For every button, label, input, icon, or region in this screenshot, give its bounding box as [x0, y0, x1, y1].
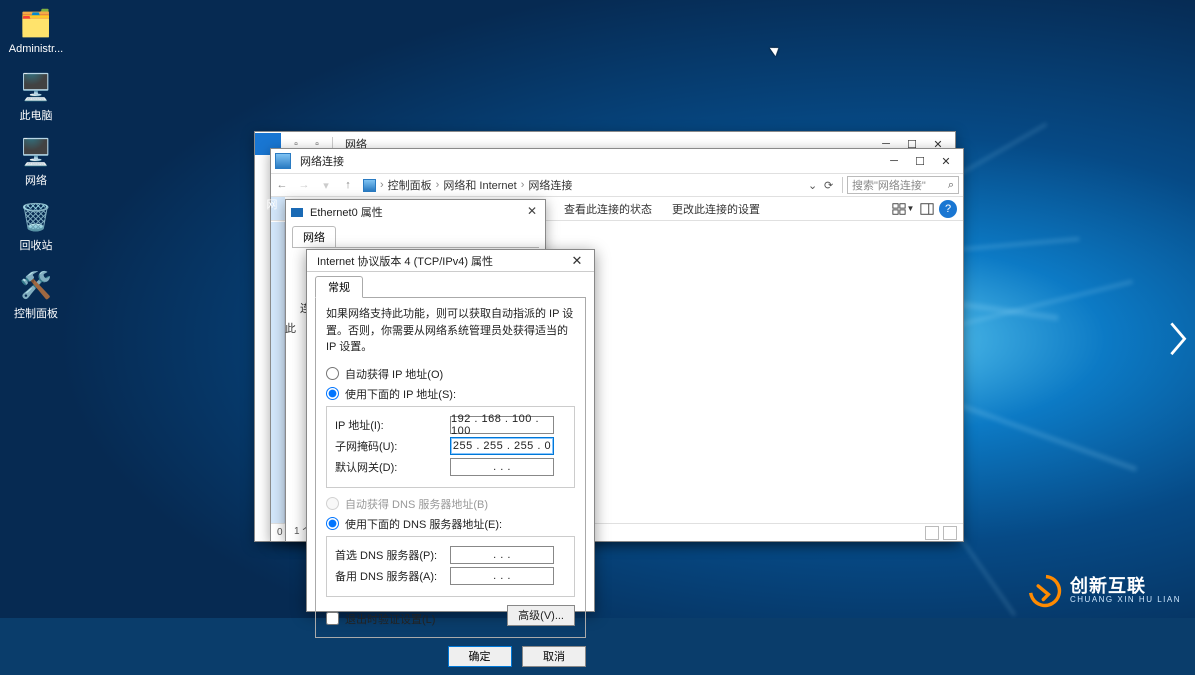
preview-pane-button[interactable] — [915, 200, 939, 218]
titlebar[interactable]: Ethernet0 属性 — [286, 200, 545, 224]
view-details-button[interactable] — [925, 526, 939, 540]
window-title: Ethernet0 属性 — [310, 204, 383, 220]
adapter-icon — [290, 207, 304, 218]
checkbox-label: 退出时验证设置(L) — [345, 611, 435, 627]
globe-icon: 🖥️ — [19, 135, 53, 169]
status-text: 0 — [277, 527, 283, 538]
network-icon — [363, 179, 376, 192]
address-bar: ← → ▾ ↑ › 控制面板 › 网络和 Internet › 网络连接 ⌄ ⟳… — [271, 173, 963, 197]
input-alternate-dns[interactable]: . . . — [450, 567, 554, 585]
sidebar-fragment: 网 — [263, 196, 281, 212]
network-icon — [275, 153, 291, 169]
user-icon: 🗂️ — [19, 6, 53, 40]
desktop-icon-administrator[interactable]: 🗂️ Administr... — [6, 6, 66, 55]
search-placeholder: 搜索"网络连接" — [852, 177, 926, 193]
checkbox-validate-on-exit[interactable] — [326, 612, 339, 625]
description-text: 如果网络支持此功能，则可以获取自动指派的 IP 设置。否则，你需要从网络系统管理… — [326, 306, 575, 356]
breadcrumb-item[interactable]: 网络连接 — [528, 177, 572, 193]
desktop-icon-control-panel[interactable]: 🛠️ 控制面板 — [6, 268, 66, 321]
trash-icon: 🗑️ — [19, 200, 53, 234]
tab-general[interactable]: 常规 — [315, 276, 363, 298]
label-subnet-mask: 子网掩码(U): — [335, 438, 450, 454]
breadcrumb-item[interactable]: 网络和 Internet — [443, 177, 516, 193]
breadcrumb-item[interactable]: 控制面板 — [388, 177, 432, 193]
control-panel-icon: 🛠️ — [19, 268, 53, 302]
tab-network[interactable]: 网络 — [292, 226, 336, 247]
desktop-icon-label: 控制面板 — [6, 305, 66, 321]
watermark: 创新互联 CHUANG XIN HU LIAN — [1028, 574, 1181, 608]
watermark-text: 创新互联 — [1070, 577, 1181, 596]
input-preferred-dns[interactable]: . . . — [450, 546, 554, 564]
search-icon: ⌕ — [948, 179, 954, 192]
search-input[interactable]: 搜索"网络连接" ⌕ — [847, 176, 959, 194]
input-subnet-mask[interactable]: 255 . 255 . 255 . 0 — [450, 437, 554, 455]
desktop-icon-label: 回收站 — [6, 237, 66, 253]
titlebar[interactable]: Internet 协议版本 4 (TCP/IPv4) 属性 ✕ — [307, 250, 594, 272]
desktop-icon-recycle-bin[interactable]: 🗑️ 回收站 — [6, 200, 66, 253]
radio-use-dns[interactable]: 使用下面的 DNS 服务器地址(E): — [326, 516, 575, 532]
label-ip-address: IP 地址(I): — [335, 417, 450, 433]
group-dns-settings: 首选 DNS 服务器(P):. . . 备用 DNS 服务器(A):. . . — [326, 536, 575, 597]
breadcrumb[interactable]: › 控制面板 › 网络和 Internet › 网络连接 — [359, 177, 808, 193]
label-fragment: 此 — [285, 320, 296, 336]
window-title: Internet 协议版本 4 (TCP/IPv4) 属性 — [311, 253, 564, 269]
radio-auto-dns: 自动获得 DNS 服务器地址(B) — [326, 496, 575, 512]
ok-button[interactable]: 确定 — [448, 646, 512, 667]
help-button[interactable]: ? — [939, 200, 957, 218]
refresh-button[interactable]: ⟳ — [824, 179, 838, 192]
cmd-change-settings[interactable]: 更改此连接的设置 — [672, 201, 760, 217]
close-button[interactable]: ✕ — [933, 150, 959, 172]
advanced-button[interactable]: 高级(V)... — [507, 605, 575, 626]
desktop-icon-label: 此电脑 — [6, 107, 66, 123]
input-ip-address[interactable]: 192 . 168 . 100 . 100 — [450, 416, 554, 434]
cancel-button[interactable]: 取消 — [522, 646, 586, 667]
label-preferred-dns: 首选 DNS 服务器(P): — [335, 547, 450, 563]
watermark-subtext: CHUANG XIN HU LIAN — [1070, 596, 1181, 604]
cursor-icon — [770, 44, 781, 56]
next-slide-button[interactable] — [1167, 320, 1189, 358]
desktop: 🗂️ Administr... 🖥️ 此电脑 🖥️ 网络 🗑️ 回收站 🛠️ 控… — [0, 0, 1195, 618]
titlebar[interactable]: 网络连接 ─ ☐ ✕ — [271, 149, 963, 173]
label-alternate-dns: 备用 DNS 服务器(A): — [335, 568, 450, 584]
close-button[interactable]: ✕ — [564, 253, 590, 269]
recent-button[interactable]: ▾ — [315, 179, 337, 192]
minimize-button[interactable]: ─ — [881, 150, 907, 172]
desktop-icon-label: 网络 — [6, 172, 66, 188]
up-button[interactable]: ↑ — [337, 179, 359, 191]
desktop-icon-label: Administr... — [6, 43, 66, 55]
dialog-ipv4-properties[interactable]: Internet 协议版本 4 (TCP/IPv4) 属性 ✕ 常规 如果网络支… — [306, 249, 595, 612]
address-dropdown-button[interactable]: ⌄ — [808, 179, 820, 192]
cmd-view-status[interactable]: 查看此连接的状态 — [564, 201, 652, 217]
close-button[interactable]: ✕ — [523, 202, 541, 220]
group-ip-settings: IP 地址(I):192 . 168 . 100 . 100 子网掩码(U):2… — [326, 406, 575, 488]
label-default-gateway: 默认网关(D): — [335, 459, 450, 475]
view-mode-button[interactable]: ▼ — [891, 200, 915, 218]
radio-auto-ip[interactable]: 自动获得 IP 地址(O) — [326, 366, 575, 382]
desktop-icon-network[interactable]: 🖥️ 网络 — [6, 135, 66, 188]
desktop-icon-this-pc[interactable]: 🖥️ 此电脑 — [6, 70, 66, 123]
logo-icon — [1028, 574, 1062, 608]
monitor-icon: 🖥️ — [19, 70, 53, 104]
view-tiles-button[interactable] — [943, 526, 957, 540]
nav-pane[interactable] — [271, 222, 285, 523]
back-button[interactable]: ← — [271, 179, 293, 191]
window-title: 网络连接 — [300, 153, 344, 169]
input-default-gateway[interactable]: . . . — [450, 458, 554, 476]
maximize-button[interactable]: ☐ — [907, 150, 933, 172]
radio-use-ip[interactable]: 使用下面的 IP 地址(S): — [326, 386, 575, 402]
forward-button[interactable]: → — [293, 179, 315, 191]
